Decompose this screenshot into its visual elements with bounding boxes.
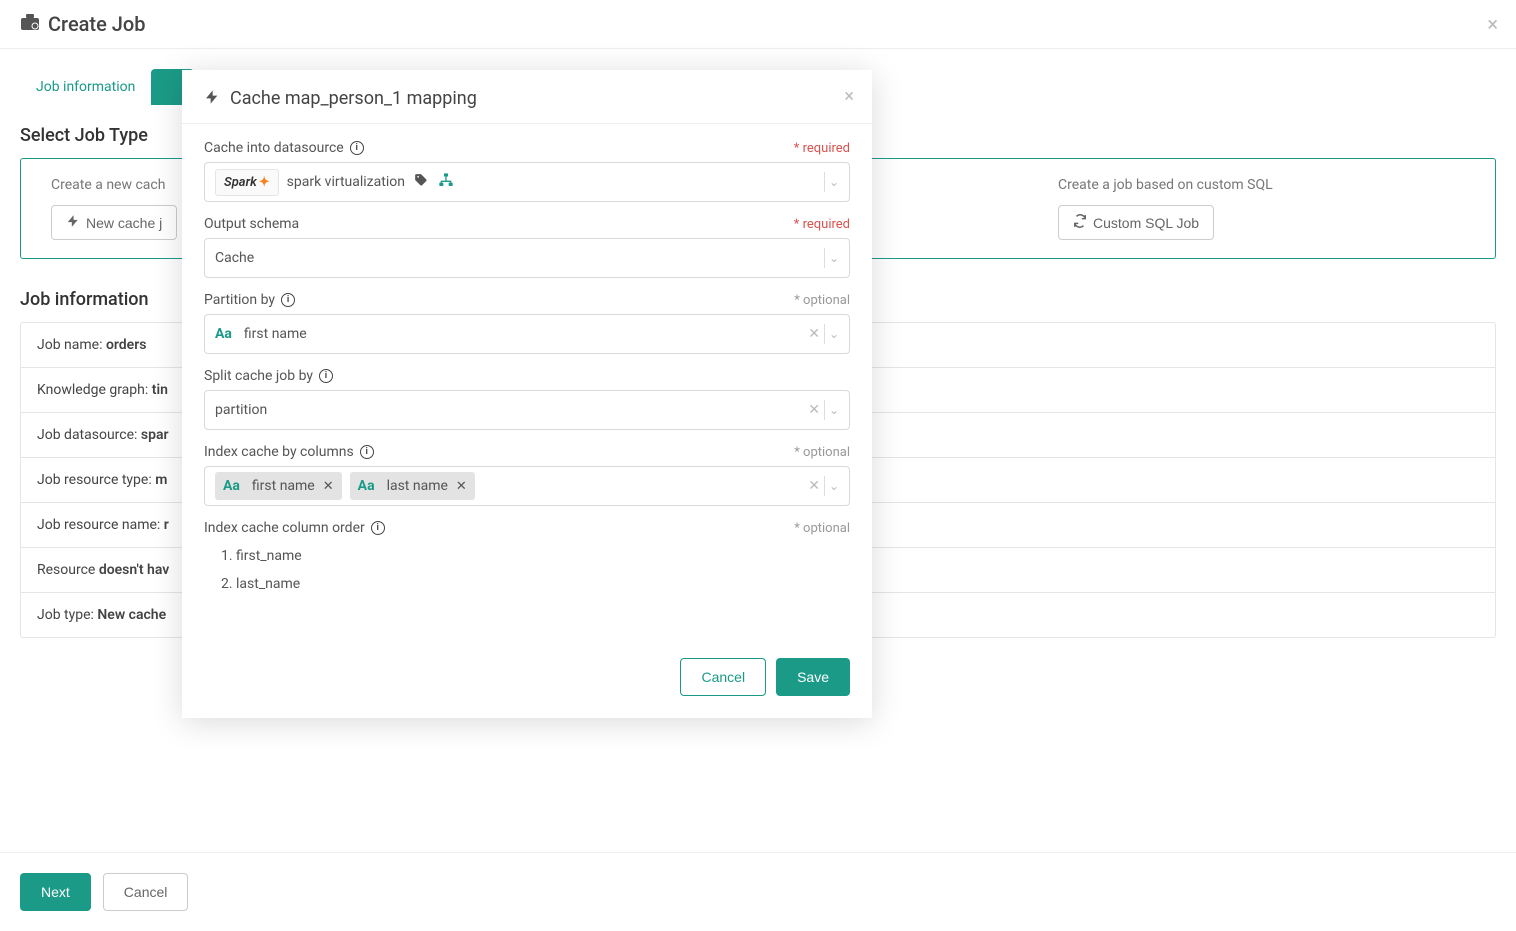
partition-select[interactable]: Aa first name ✕ ⌄: [204, 314, 850, 354]
refresh-icon: [1073, 214, 1087, 231]
info-icon[interactable]: i: [371, 521, 385, 535]
modal-save-button[interactable]: Save: [776, 658, 850, 696]
info-icon[interactable]: i: [281, 293, 295, 307]
split-select[interactable]: partition ✕ ⌄: [204, 390, 850, 430]
field-index-columns: Index cache by columns i * optional Aa f…: [204, 444, 850, 506]
chip-remove-icon[interactable]: ✕: [323, 479, 334, 494]
modal-header: Cache map_person_1 mapping ×: [182, 70, 872, 124]
field-cache-datasource: Cache into datasource i * required Spark…: [204, 140, 850, 202]
new-cache-job-button[interactable]: New cache j: [51, 205, 177, 240]
schema-select[interactable]: Cache ⌄: [204, 238, 850, 278]
text-type-icon: Aa: [358, 478, 375, 494]
new-cache-job-label: New cache j: [86, 215, 162, 231]
field-split-by: Split cache job by i partition ✕ ⌄: [204, 368, 850, 430]
bolt-icon: [66, 214, 80, 231]
page-title: Create Job: [48, 12, 145, 36]
modal-title: Cache map_person_1 mapping: [230, 88, 477, 109]
info-icon[interactable]: i: [350, 141, 364, 155]
job-type-right-desc: Create a job based on custom SQL: [1058, 177, 1465, 193]
field-label: Split cache job by i: [204, 368, 333, 384]
modal-close-icon[interactable]: ×: [844, 86, 854, 107]
field-column-order: Index cache column order i * optional fi…: [204, 520, 850, 598]
network-icon: [437, 172, 455, 192]
cancel-button[interactable]: Cancel: [103, 873, 189, 911]
chevron-down-icon[interactable]: ⌄: [829, 403, 839, 417]
cache-mapping-modal: Cache map_person_1 mapping × Cache into …: [182, 70, 872, 718]
text-type-icon: Aa: [215, 326, 232, 342]
datasource-select[interactable]: Spark✦ spark virtualization ⌄: [204, 162, 850, 202]
custom-sql-job-button[interactable]: Custom SQL Job: [1058, 205, 1214, 240]
info-icon[interactable]: i: [319, 369, 333, 383]
field-output-schema: Output schema * required Cache ⌄: [204, 216, 850, 278]
partition-value: first name: [244, 326, 307, 342]
field-label: Index cache by columns i: [204, 444, 374, 460]
chevron-down-icon[interactable]: ⌄: [829, 175, 839, 189]
close-icon[interactable]: ×: [1487, 12, 1498, 36]
next-button[interactable]: Next: [20, 873, 91, 911]
modal-cancel-button[interactable]: Cancel: [680, 658, 766, 696]
clear-icon[interactable]: ✕: [808, 402, 820, 418]
toolbox-icon: [20, 13, 40, 35]
order-item[interactable]: first_name: [236, 542, 850, 570]
field-label: Output schema: [204, 216, 299, 232]
optional-hint: * optional: [794, 521, 850, 536]
order-item[interactable]: last_name: [236, 570, 850, 598]
field-label: Cache into datasource i: [204, 140, 364, 156]
field-label: Partition by i: [204, 292, 295, 308]
chip-first-name: Aa first name ✕: [215, 472, 342, 500]
tab-job-information[interactable]: Job information: [20, 69, 151, 105]
tag-icon: [413, 173, 429, 191]
spark-logo: Spark✦: [215, 169, 279, 196]
custom-sql-job-label: Custom SQL Job: [1093, 215, 1199, 231]
optional-hint: * optional: [794, 293, 850, 308]
chip-last-name: Aa last name ✕: [350, 472, 475, 500]
required-hint: * required: [794, 141, 850, 156]
field-partition-by: Partition by i * optional Aa first name …: [204, 292, 850, 354]
modal-body: Cache into datasource i * required Spark…: [182, 124, 872, 628]
text-type-icon: Aa: [223, 478, 240, 494]
clear-icon[interactable]: ✕: [808, 478, 820, 494]
chip-label: first name: [252, 478, 315, 494]
required-hint: * required: [794, 217, 850, 232]
info-icon[interactable]: i: [360, 445, 374, 459]
chevron-down-icon[interactable]: ⌄: [829, 251, 839, 265]
page-header: Create Job ×: [0, 0, 1516, 49]
chevron-down-icon[interactable]: ⌄: [829, 479, 839, 493]
column-order-list: first_name last_name: [204, 542, 850, 598]
datasource-value: spark virtualization: [287, 174, 405, 190]
chip-label: last name: [387, 478, 448, 494]
modal-footer: Cancel Save: [182, 658, 872, 718]
schema-value: Cache: [215, 250, 254, 266]
chip-remove-icon[interactable]: ✕: [456, 479, 467, 494]
optional-hint: * optional: [794, 445, 850, 460]
clear-icon[interactable]: ✕: [808, 326, 820, 342]
index-columns-select[interactable]: Aa first name ✕ Aa last name ✕ ✕ ⌄: [204, 466, 850, 506]
chevron-down-icon[interactable]: ⌄: [829, 327, 839, 341]
page-footer: Next Cancel: [0, 852, 1516, 931]
split-value: partition: [215, 402, 267, 418]
field-label: Index cache column order i: [204, 520, 385, 536]
bolt-icon: [204, 89, 220, 109]
